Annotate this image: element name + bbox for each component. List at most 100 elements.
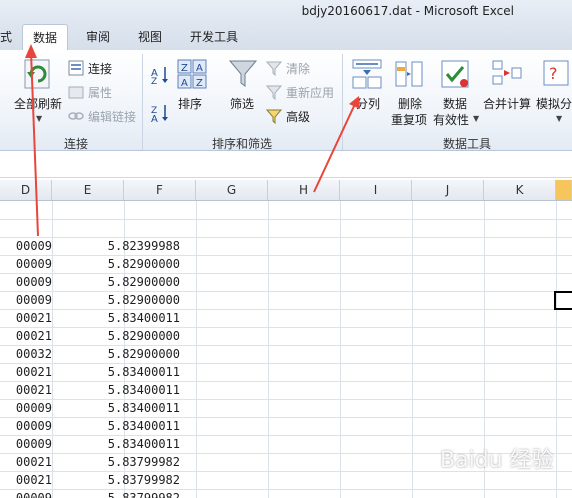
column-header-k[interactable]: K <box>484 180 556 200</box>
group-separator <box>342 54 343 150</box>
cell-e[interactable]: 5.82900000 <box>52 291 180 309</box>
what-if-icon: ? <box>543 60 569 86</box>
chevron-down-icon: ▼ <box>556 114 563 123</box>
cell-e[interactable]: 5.83400011 <box>52 363 180 381</box>
edit-links-label: 编辑链接 <box>88 110 137 124</box>
consolidate-label: 合并计算 <box>483 97 532 111</box>
tab-developer[interactable]: 开发工具 <box>190 28 238 45</box>
table-row: 00009 5.83400011 <box>0 399 572 418</box>
table-row: 00009 5.82900000 <box>0 273 572 292</box>
cell-e[interactable]: 5.82900000 <box>52 273 180 291</box>
table-row: 00009 5.83799982 <box>0 489 572 498</box>
table-row: 00009 5.82900000 <box>0 255 572 274</box>
text-to-columns-label: 分列 <box>356 97 381 111</box>
column-header-h[interactable]: H <box>268 180 340 200</box>
tab-formulas-partial[interactable]: 式 <box>0 28 12 45</box>
cell-e[interactable]: 5.83400011 <box>52 417 180 435</box>
cell-d[interactable]: 00021 <box>0 453 52 471</box>
cell-d[interactable]: 00009 <box>0 489 52 498</box>
chevron-down-icon: ▼ <box>36 114 43 123</box>
cell-d[interactable]: 00021 <box>0 381 52 399</box>
svg-text:Z: Z <box>181 63 188 74</box>
ribbon-panel: 全部刷新 ▼ 连接 属性 编辑链接 连接 A Z Z A Z A A Z 排序 … <box>0 50 572 151</box>
table-row: 00009 5.82900000 <box>0 291 572 310</box>
table-row: 00009 5.83400011 <box>0 417 572 436</box>
table-row: 00021 5.83400011 <box>0 309 572 328</box>
table-row: 00021 5.82900000 <box>0 327 572 346</box>
cell-e[interactable]: 5.83400011 <box>52 435 180 453</box>
properties-label: 属性 <box>88 86 113 100</box>
sort-descending-icon: Z A <box>151 105 168 122</box>
refresh-all-label: 全部刷新 <box>14 97 63 111</box>
formula-bar[interactable] <box>0 151 572 178</box>
cell-e[interactable]: 5.83400011 <box>52 381 180 399</box>
what-if-label: 模拟分 <box>536 97 572 111</box>
cell-d[interactable]: 00009 <box>0 255 52 273</box>
advanced-label: 高级 <box>286 110 311 124</box>
cell-e[interactable]: 5.82900000 <box>52 255 180 273</box>
column-header-d[interactable]: D <box>0 180 52 200</box>
cell-e[interactable]: 5.83799982 <box>52 471 180 489</box>
consolidate-icon <box>492 60 522 85</box>
column-header-selected[interactable] <box>556 180 572 200</box>
filter-label: 筛选 <box>230 97 255 111</box>
group-separator <box>142 54 143 150</box>
connections-label: 连接 <box>88 62 113 76</box>
svg-text:A: A <box>151 114 158 122</box>
tab-view[interactable]: 视图 <box>138 28 162 45</box>
data-validation-label-1: 数据 <box>443 97 468 111</box>
cell-e[interactable]: 5.82399988 <box>52 237 180 255</box>
column-header-f[interactable]: F <box>124 180 196 200</box>
cell-e[interactable]: 5.82900000 <box>52 327 180 345</box>
cell-d[interactable]: 00032 <box>0 345 52 363</box>
reapply-icon <box>266 85 282 100</box>
column-header-j[interactable]: J <box>412 180 484 200</box>
tab-review[interactable]: 审阅 <box>86 28 110 45</box>
tab-data[interactable]: 数据 <box>22 24 69 50</box>
column-headers: D E F G H I J K <box>0 180 572 201</box>
svg-text:?: ? <box>549 64 558 83</box>
clear-label: 清除 <box>286 62 311 76</box>
properties-icon <box>68 86 84 99</box>
cell-d[interactable]: 00009 <box>0 417 52 435</box>
filter-funnel-icon <box>228 60 258 87</box>
column-header-i[interactable]: I <box>340 180 412 200</box>
cell-d[interactable]: 00021 <box>0 327 52 345</box>
reapply-label: 重新应用 <box>286 86 335 100</box>
cell-e[interactable]: 5.83799982 <box>52 453 180 471</box>
cell-d[interactable]: 00021 <box>0 363 52 381</box>
clear-filter-icon <box>266 61 282 76</box>
cell-d[interactable]: 00009 <box>0 435 52 453</box>
active-cell-selection[interactable] <box>554 291 572 310</box>
table-row: 00021 5.83400011 <box>0 363 572 382</box>
link-icon <box>68 112 84 120</box>
cell-d[interactable]: 00021 <box>0 471 52 489</box>
cell-e[interactable]: 5.83799982 <box>52 489 180 498</box>
svg-text:Z: Z <box>151 77 157 84</box>
refresh-icon <box>24 59 50 89</box>
ribbon-tabs: 式 数据 审阅 视图 开发工具 <box>0 22 572 51</box>
column-header-e[interactable]: E <box>52 180 124 200</box>
svg-text:A: A <box>196 63 203 74</box>
cell-e[interactable]: 5.82900000 <box>52 345 180 363</box>
advanced-filter-icon <box>266 109 282 124</box>
cell-e[interactable]: 5.83400011 <box>52 309 180 327</box>
cell-d[interactable]: 00009 <box>0 273 52 291</box>
svg-text:Z: Z <box>196 78 203 89</box>
cell-e[interactable]: 5.83400011 <box>52 399 180 417</box>
data-validation-label-2: 有效性 <box>433 113 470 127</box>
column-header-g[interactable]: G <box>196 180 268 200</box>
watermark: Baidu 经验 <box>440 448 554 473</box>
svg-text:A: A <box>181 78 188 89</box>
cell-d[interactable]: 00009 <box>0 291 52 309</box>
title-bar: bdjy20160617.dat - Microsoft Excel <box>0 0 572 22</box>
remove-duplicates-icon <box>395 61 423 87</box>
cell-d[interactable]: 00009 <box>0 237 52 255</box>
cell-d[interactable]: 00021 <box>0 309 52 327</box>
connections-icon <box>68 60 84 76</box>
table-row: 00009 5.82399988 <box>0 237 572 256</box>
remove-duplicates-label-2: 重复项 <box>391 113 428 127</box>
sort-label: 排序 <box>178 97 203 111</box>
cell-d[interactable]: 00009 <box>0 399 52 417</box>
data-validation-icon <box>441 60 469 88</box>
